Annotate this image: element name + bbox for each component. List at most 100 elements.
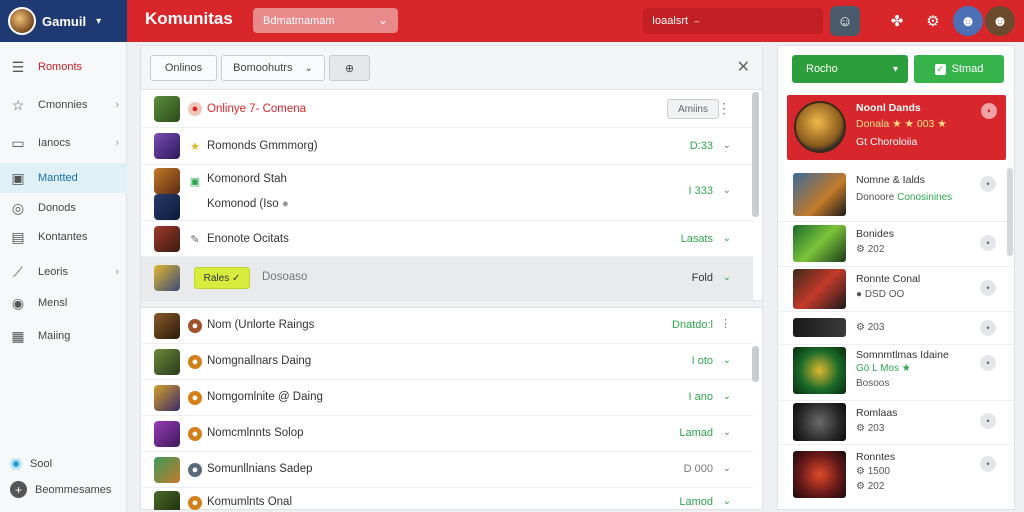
more-options-icon[interactable]: ⋮ [717, 100, 731, 117]
scrollbar[interactable] [752, 346, 759, 382]
star-icon: ★ [190, 140, 200, 153]
tag-pill[interactable]: Rales ✓ [194, 267, 250, 289]
list-item[interactable]: ● Nom (Unlorte Raings Dnatdo:l ⋮ [141, 308, 753, 344]
chevron-down-icon: ⌄ [304, 62, 313, 74]
sidebar-item-donods[interactable]: ◎ Donods [0, 193, 127, 223]
list-item[interactable]: Ronntes ⚙ 1500 ⚙ 202 • [778, 445, 1014, 505]
list-item[interactable]: ● Somunllnians Sadep D 000 ⌄ [141, 452, 753, 488]
close-icon[interactable]: ✕ [737, 57, 750, 77]
list-item[interactable]: ● Onlinye 7- Comena Amiins ⋮ [141, 91, 753, 128]
list-item-label: Nomcmlnnts Solop [207, 427, 304, 439]
list-item[interactable]: ⚙ 203 • [778, 312, 1014, 345]
chevron-down-icon[interactable]: ⌄ [723, 463, 731, 474]
list-item[interactable]: ● Nomgnallnars Daing I oto ⌄ [141, 344, 753, 380]
secondary-button[interactable]: ✓ Stmad [914, 55, 1004, 83]
more-icon[interactable]: • [980, 176, 996, 192]
list-item-title: Ronnte Conal [856, 273, 921, 285]
more-icon[interactable]: • [980, 235, 996, 251]
chevron-down-icon[interactable]: ⌄ [723, 427, 731, 438]
badge-icon: ● [188, 319, 202, 333]
sidebar-item-leoris[interactable]: ⟋ Leoris › [0, 257, 127, 287]
list-item[interactable]: ● Komumlnts Onal Lamod ⌄ [141, 488, 753, 510]
sidebar: ☰ Romonts ☆ Cmonnies › ▭ Ianocs › ▣ Mant… [0, 42, 127, 512]
list-item-label: Nomgomlnite @ Daing [207, 391, 323, 403]
primary-dropdown-button[interactable]: Rocho ▾ [792, 55, 908, 83]
list-item[interactable]: Bonides ⚙ 202 • [778, 222, 1014, 267]
status-dot-icon [10, 458, 22, 470]
sidebar-item-mensl[interactable]: ◉ Mensl [0, 288, 127, 318]
main-panel: Onlinos Bomoohutrs ⌄ ⊕ ✕ ● Onlinye 7- Co… [140, 45, 763, 510]
chart-icon: ⟋ [13, 263, 23, 280]
list-item[interactable]: ★ Romonds Gmmmorg) D:33 ⌄ [141, 128, 753, 165]
list-item[interactable]: ▣ Komonord Stah Komonod (Iso ● I 333 ⌄ [141, 165, 753, 221]
settings-button[interactable]: ⊕ [329, 55, 370, 81]
gear-icon[interactable]: ⚙ [918, 6, 948, 36]
sidebar-item-romonts[interactable]: ☰ Romonts [0, 52, 127, 82]
online-button[interactable]: Onlinos [150, 55, 217, 81]
chevron-down-icon[interactable]: ⌄ [723, 185, 731, 196]
sidebar-item-maiing[interactable]: ▦ Maiing [0, 321, 127, 351]
avatar [154, 226, 180, 252]
top-filter-field[interactable]: Ioaalsrt – [643, 8, 823, 34]
list-item[interactable]: Nomne & Ialds Donoore Conosinines • [778, 168, 1014, 222]
list-item-label: Onlinye 7- Comena [207, 103, 307, 115]
list-item-label: Nom (Unlorte Raings [207, 319, 315, 331]
list-item-subtitle: Bosoos [856, 378, 890, 389]
avatar [154, 457, 180, 483]
sidebar-footer-add[interactable]: + Beommesames [10, 481, 111, 498]
puzzle-icon[interactable]: ✤ [882, 6, 912, 36]
top-search-text: Bdmatmamam [263, 14, 335, 27]
chevron-down-icon[interactable]: ⌄ [723, 140, 731, 151]
sidebar-item-label: Maiing [38, 330, 71, 342]
list-item[interactable]: ✎ Enonote Ocitats Lasats ⌄ [141, 221, 753, 257]
sidebar-item-cmonnies[interactable]: ☆ Cmonnies › [0, 90, 127, 120]
chevron-down-icon[interactable]: ⌄ [723, 272, 731, 283]
sidebar-item-mantted[interactable]: ▣ Mantted [0, 163, 127, 193]
filter-dropdown[interactable]: Bomoohutrs ⌄ [221, 55, 325, 81]
status-badge[interactable]: Amiins [667, 99, 719, 119]
avatar [154, 168, 180, 194]
sidebar-footer-sool[interactable]: Sool [10, 458, 52, 470]
more-icon[interactable]: • [980, 320, 996, 336]
list-item[interactable]: Romlaas ⚙ 203 • [778, 401, 1014, 445]
list-item[interactable]: ● Nomcmlnnts Solop Lamad ⌄ [141, 416, 753, 452]
top-search-dropdown[interactable]: Bdmatmamam ⌄ [253, 8, 398, 33]
chevron-down-icon: ▾ [892, 63, 898, 75]
filter-dropdown-label: Bomoohutrs [233, 62, 293, 74]
more-icon[interactable]: • [980, 413, 996, 429]
list-item-label: Enonote Ocitats [207, 233, 289, 245]
close-icon[interactable]: • [981, 103, 997, 119]
brand-menu[interactable]: Gamuil ▾ [0, 0, 127, 42]
chevron-right-icon: › [115, 266, 119, 278]
badge-icon: ● [188, 463, 202, 477]
more-icon[interactable]: • [980, 355, 996, 371]
chevron-down-icon[interactable]: ⌄ [723, 496, 731, 507]
chevron-down-icon[interactable]: ⌄ [723, 391, 731, 402]
list-item[interactable]: ● Nomgomlnite @ Daing I ano ⌄ [141, 380, 753, 416]
list-item[interactable]: Rales ✓ Dosoaso Fold ⌄ [141, 257, 753, 300]
chevron-down-icon[interactable]: ⌄ [723, 233, 731, 244]
avatar [154, 133, 180, 159]
more-icon[interactable]: • [980, 280, 996, 296]
list-item[interactable]: Ronnte Conal ● DSD OO • [778, 267, 1014, 312]
list-item-subtitle: ⚙ 1500 [856, 466, 890, 477]
sidebar-footer-label: Sool [30, 458, 53, 470]
more-options-icon[interactable]: ⋮ [720, 317, 731, 330]
featured-card[interactable]: Noonl Dands Donala ★ ★ 003 ★ Gt Choroloi… [787, 95, 1006, 160]
sidebar-item-label: Leoris [38, 266, 68, 278]
avatar[interactable]: ☻ [985, 6, 1015, 36]
toolbar: Onlinos Bomoohutrs ⌄ ⊕ ✕ [141, 46, 762, 90]
chevron-down-icon[interactable]: ⌄ [723, 355, 731, 366]
more-icon[interactable]: • [980, 456, 996, 472]
row-status: I oto [691, 355, 713, 367]
sidebar-item-ianocs[interactable]: ▭ Ianocs › [0, 128, 127, 158]
sidebar-item-kontantes[interactable]: ▤ Kontantes [0, 222, 127, 252]
list-item-title: Romlaas [856, 407, 898, 419]
profile-card-icon[interactable]: ☺ [830, 6, 860, 36]
row-status: Lamad [679, 427, 713, 439]
user-avatar-icon[interactable]: ☻ [953, 6, 983, 36]
list-item[interactable]: Somnmtlmas Idaine Gö L Mos ★ Bosoos • [778, 345, 1014, 401]
scrollbar[interactable] [1007, 168, 1013, 256]
scrollbar[interactable] [752, 92, 759, 217]
card-icon: ▭ [11, 134, 25, 151]
